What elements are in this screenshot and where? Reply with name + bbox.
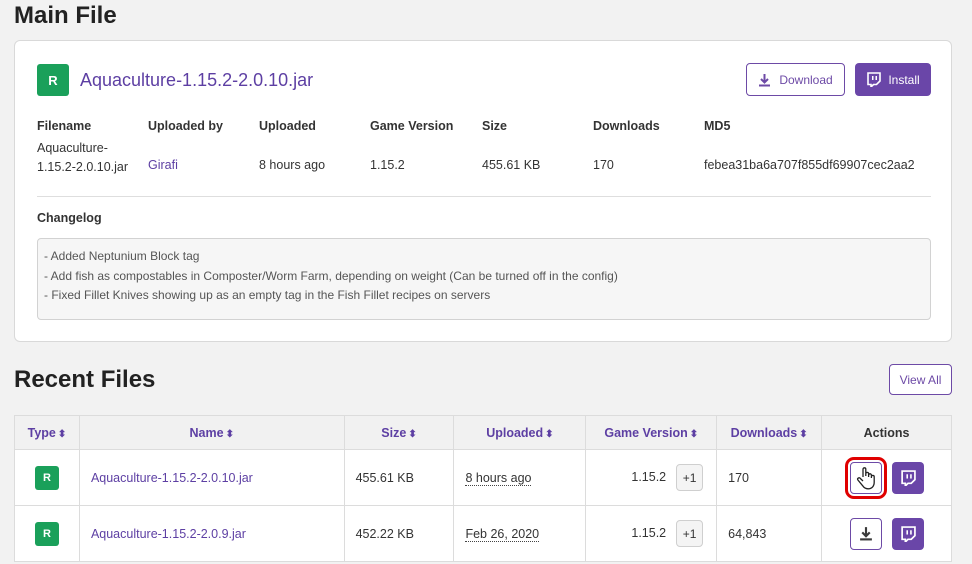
name-column-label: Name [189,425,224,440]
filename-line-1: Aquaculture- [37,141,108,155]
filename-line-2: 1.15.2-2.0.10.jar [37,160,129,174]
file-name-link[interactable]: Aquaculture-1.15.2-2.0.10.jar [78,449,345,506]
game-version-column-label: Game Version [604,425,688,440]
uploaded-column-header[interactable]: Uploaded ⬍ [453,415,587,450]
uploaded-column-label: Uploaded [486,425,544,440]
install-button[interactable]: Install [855,63,931,96]
downloads-cell: 64,843 [716,505,823,562]
twitch-icon [900,469,916,486]
type-cell: R [14,505,80,562]
uploader-link[interactable]: Girafi [148,158,178,172]
release-badge: R [34,521,59,546]
downloads-cell: 170 [716,449,823,506]
md5-value: febea31ba6a707f855df69907cec2aa2 [704,158,915,172]
download-button[interactable]: Download [746,63,845,96]
row-install-button[interactable] [891,517,924,550]
downloads-column-header[interactable]: Downloads ⬍ [716,415,823,450]
changelog-heading: Changelog [37,211,102,225]
size-value: 455.61 KB [482,158,541,172]
game-version-value: 1.15.2 [631,525,667,540]
size-column-header[interactable]: Size ⬍ [343,415,455,450]
row-download-button[interactable] [844,456,887,499]
uploaded-value: 8 hours ago [259,158,326,172]
release-badge: R [37,64,69,96]
main-file-title[interactable]: Aquaculture-1.15.2-2.0.10.jar [80,70,313,91]
view-all-button[interactable]: View All [889,364,952,395]
changelog-line: - Fixed Fillet Knives showing up as an e… [44,288,491,302]
sort-icon: ⬍ [408,428,417,440]
game-version-value: 1.15.2 [631,469,667,484]
uploaded-cell: 8 hours ago [453,449,587,506]
recent-files-table: Type ⬍ Name ⬍ Size ⬍ Uploaded ⬍ Game Version… [14,415,952,562]
size-cell: 455.61 KB [343,449,455,506]
twitch-icon [867,72,882,87]
size-header: Size [482,119,508,133]
game-version-cell: 1.15.2 +1 [585,505,718,562]
main-file-heading: Main File [14,2,117,29]
name-column-header[interactable]: Name ⬍ [78,415,345,450]
actions-cell [821,505,952,562]
downloads-column-label: Downloads [730,425,798,440]
changelog-line: - Added Neptunium Block tag [44,249,200,263]
game-version-column-header[interactable]: Game Version ⬍ [585,415,718,450]
downloads-header: Downloads [593,119,660,133]
more-versions-button[interactable]: +1 [676,520,704,547]
hand-cursor-icon [856,466,875,489]
size-column-label: Size [381,425,407,440]
divider [37,196,931,197]
uploaded-by-header: Uploaded by [148,119,224,133]
download-icon [759,73,771,86]
main-file-card: R Aquaculture-1.15.2-2.0.10.jar Download… [14,40,952,342]
sort-icon: ⬍ [689,428,699,440]
game-version-header: Game Version [370,119,454,133]
changelog-line: - Add fish as compostables in Composter/… [44,268,618,283]
filename-header: Filename [37,119,92,133]
game-version-value: 1.15.2 [370,158,405,172]
uploaded-date: Feb 26, 2020 [465,526,540,542]
type-cell: R [14,449,80,506]
sort-icon: ⬍ [545,428,554,440]
table-row: R Aquaculture-1.15.2-2.0.10.jar 455.61 K… [14,449,952,506]
table-header-row: Type ⬍ Name ⬍ Size ⬍ Uploaded ⬍ Game Version… [14,415,952,450]
download-label: Download [779,72,833,87]
md5-header: MD5 [704,119,731,133]
sort-icon: ⬍ [57,428,67,440]
release-badge: R [34,465,59,490]
changelog-box: - Added Neptunium Block tag - Add fish a… [37,238,931,320]
more-versions-button[interactable]: +1 [676,464,704,491]
type-column-label: Type [27,425,56,440]
downloads-value: 170 [593,158,614,172]
uploaded-date: 8 hours ago [465,470,532,486]
file-name-link[interactable]: Aquaculture-1.15.2-2.0.9.jar [78,505,345,562]
twitch-icon [900,525,916,542]
recent-files-heading: Recent Files [14,366,156,393]
install-label: Install [888,72,920,87]
row-download-button[interactable] [849,517,882,550]
download-icon [859,527,872,541]
game-version-cell: 1.15.2 +1 [585,449,718,506]
size-cell: 452.22 KB [343,505,455,562]
type-column-header[interactable]: Type ⬍ [14,415,80,450]
sort-icon: ⬍ [799,428,808,440]
uploaded-cell: Feb 26, 2020 [453,505,587,562]
uploaded-header: Uploaded [259,119,316,133]
actions-cell [821,449,952,506]
filename-value: Aquaculture- 1.15.2-2.0.10.jar [37,139,142,177]
actions-column-header: Actions [821,415,952,450]
table-row: R Aquaculture-1.15.2-2.0.9.jar 452.22 KB… [14,505,952,562]
row-install-button[interactable] [891,461,924,494]
sort-icon: ⬍ [225,428,234,440]
